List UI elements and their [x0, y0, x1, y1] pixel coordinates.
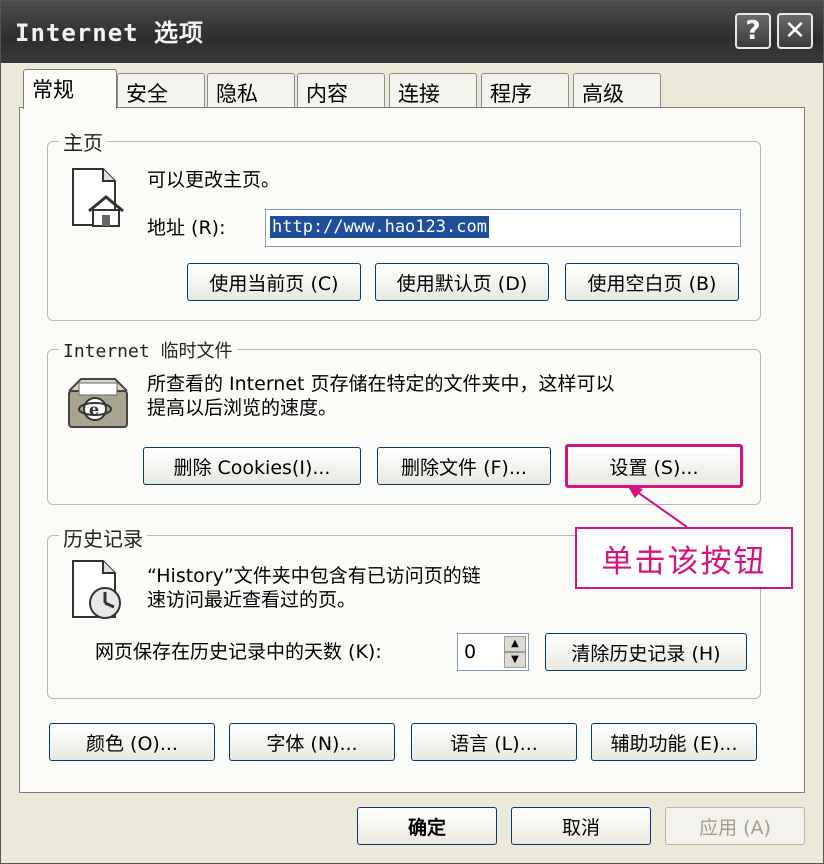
internet-options-dialog: Internet 选项 ? ✕ 常规 安全 隐私 内容 连接 程序 高级 主页 …: [0, 0, 824, 864]
annotation-callout: 单击该按钮: [575, 527, 793, 589]
callout-arrow: [627, 485, 688, 528]
